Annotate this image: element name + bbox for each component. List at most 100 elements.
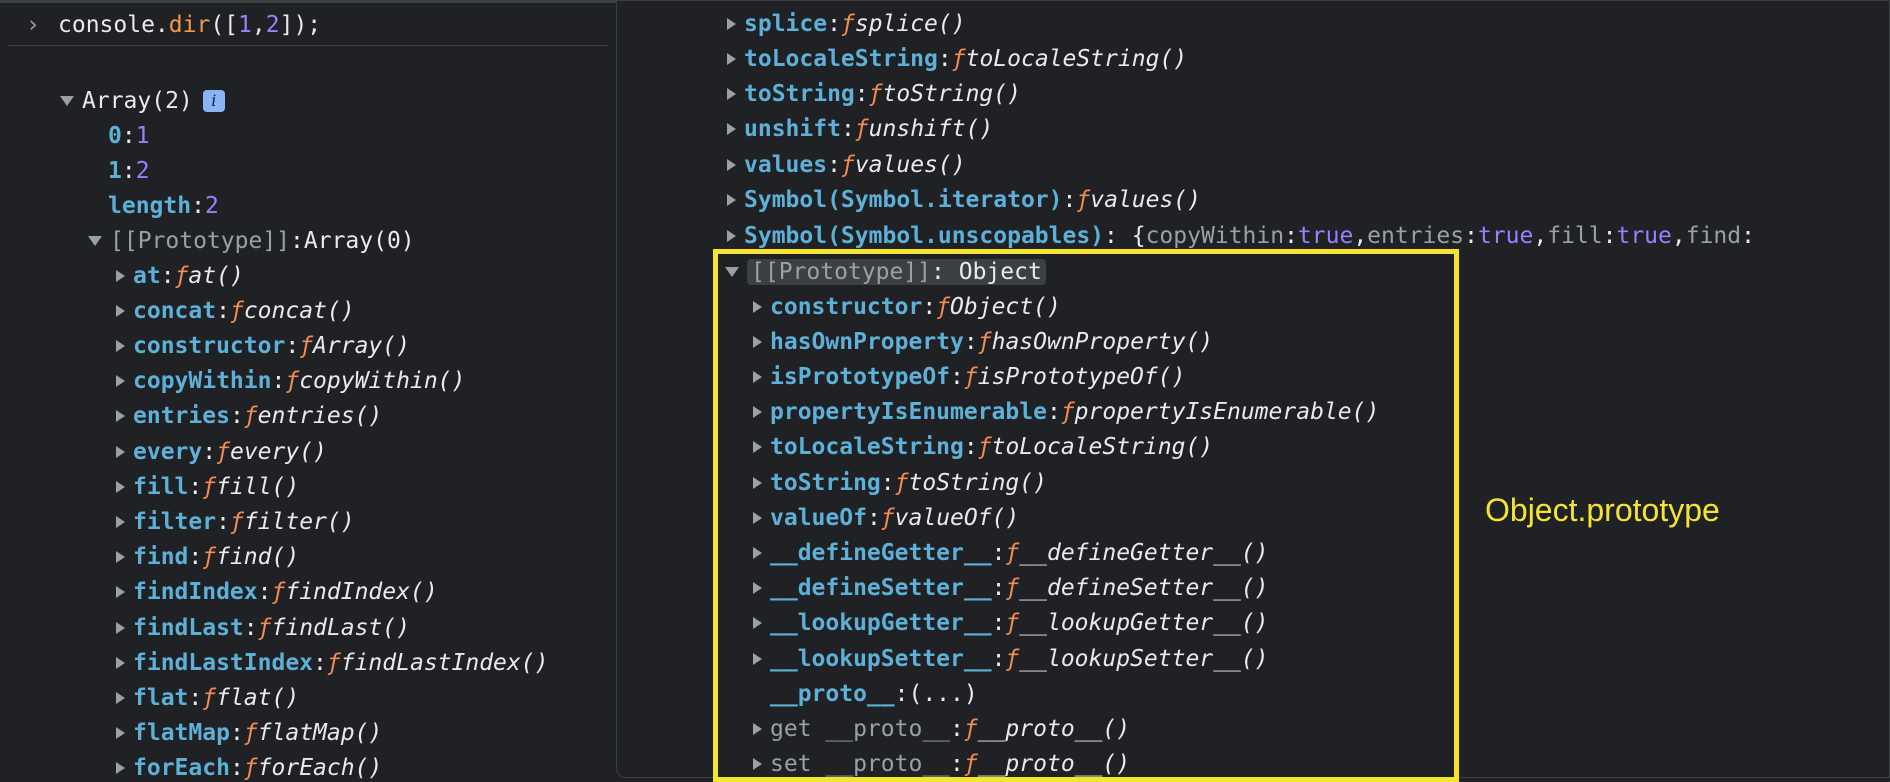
colon: :	[229, 403, 244, 430]
expand-toggle-icon[interactable]	[727, 123, 736, 136]
function-f-glyph: ƒ	[1005, 645, 1020, 672]
method-row-findLastIndex[interactable]: findLastIndex: ƒ findLastIndex()	[116, 645, 548, 680]
unscopables-row[interactable]: Symbol(Symbol.unscopables): {copyWithin:…	[727, 218, 1755, 253]
expand-toggle-icon[interactable]	[753, 335, 762, 348]
method-row[interactable]: toString: ƒ toString()	[727, 77, 1021, 112]
expand-toggle-icon[interactable]	[116, 304, 125, 317]
expand-toggle-icon[interactable]	[753, 300, 762, 313]
method-row-at[interactable]: at: ƒ at()	[116, 258, 244, 293]
expand-toggle-icon[interactable]	[116, 691, 125, 704]
method-row[interactable]: Symbol(Symbol.iterator): ƒ values()	[727, 183, 1201, 218]
function-name: Array()	[313, 332, 410, 359]
method-row[interactable]: unshift: ƒ unshift()	[727, 112, 993, 147]
expand-toggle-icon[interactable]	[116, 269, 125, 282]
accessor-row[interactable]: get __proto__: ƒ __proto__()	[753, 711, 1130, 746]
object-method-row[interactable]: __defineSetter__: ƒ __defineSetter__()	[753, 571, 1269, 606]
method-row[interactable]: toLocaleString: ƒ toLocaleString()	[727, 41, 1187, 76]
expand-toggle-icon[interactable]	[116, 727, 125, 740]
colon: :	[991, 610, 1006, 637]
proto-getter-row[interactable]: __proto__: (...)	[753, 676, 978, 711]
prototype-value: Array(0)	[303, 227, 415, 254]
expand-toggle-icon[interactable]	[753, 370, 762, 383]
expand-toggle-icon[interactable]	[88, 235, 102, 246]
object-method-row[interactable]: valueOf: ƒ valueOf()	[753, 500, 1019, 535]
colon: :	[229, 720, 244, 747]
expand-toggle-icon[interactable]	[753, 406, 762, 419]
expand-toggle-icon[interactable]	[727, 194, 736, 206]
method-row-flat[interactable]: flat: ƒ flat()	[116, 680, 299, 715]
function-f-glyph: ƒ	[1005, 539, 1020, 566]
method-row-every[interactable]: every: ƒ every()	[116, 434, 327, 469]
method-row-findLast[interactable]: findLast: ƒ findLast()	[116, 610, 410, 645]
expand-toggle-icon[interactable]	[753, 582, 762, 595]
method-row-entries[interactable]: entries: ƒ entries()	[116, 399, 382, 434]
expand-toggle-icon[interactable]	[60, 95, 74, 106]
expand-toggle-icon[interactable]	[725, 266, 739, 277]
expand-toggle-icon[interactable]	[116, 656, 125, 669]
method-row-forEach[interactable]: forEach: ƒ forEach()	[116, 751, 382, 782]
method-row-constructor[interactable]: constructor: ƒ Array()	[116, 328, 410, 363]
expand-toggle-icon[interactable]	[753, 511, 762, 524]
property-key: toString	[770, 469, 881, 496]
expand-toggle-icon[interactable]	[753, 617, 762, 630]
expand-toggle-icon[interactable]	[116, 762, 125, 775]
function-name: toLocaleString()	[991, 434, 1214, 461]
object-method-row[interactable]: toString: ƒ toString()	[753, 465, 1047, 500]
property-key: constructor	[770, 293, 923, 320]
expand-toggle-icon[interactable]	[727, 17, 736, 30]
expand-toggle-icon[interactable]	[116, 410, 125, 423]
expand-toggle-icon[interactable]	[753, 652, 762, 665]
array-node[interactable]: Array(2) i	[60, 83, 225, 118]
preview-value: true	[1616, 222, 1672, 249]
expand-toggle-icon[interactable]	[116, 551, 125, 564]
expand-toggle-icon[interactable]	[753, 722, 762, 735]
expand-toggle-icon[interactable]	[116, 480, 125, 493]
expand-toggle-icon[interactable]	[116, 621, 125, 634]
expand-toggle-icon[interactable]	[753, 546, 762, 559]
function-f-glyph: ƒ	[202, 684, 217, 711]
method-row[interactable]: values: ƒ values()	[727, 147, 966, 182]
object-prototype-node[interactable]: [[Prototype]]: Object	[725, 254, 1046, 289]
expand-toggle-icon[interactable]	[753, 441, 762, 454]
expand-toggle-icon[interactable]	[753, 476, 762, 489]
object-method-row[interactable]: __lookupSetter__: ƒ __lookupSetter__()	[753, 641, 1269, 676]
expand-toggle-icon[interactable]	[727, 88, 736, 101]
array-prototype-node[interactable]: [[Prototype]]: Array(0)	[88, 223, 415, 258]
method-row-findIndex[interactable]: findIndex: ƒ findIndex()	[116, 575, 438, 610]
object-method-row[interactable]: hasOwnProperty: ƒ hasOwnProperty()	[753, 324, 1213, 359]
expand-toggle-icon[interactable]	[116, 375, 125, 388]
expand-toggle-icon[interactable]	[116, 586, 125, 599]
expand-toggle-icon[interactable]	[116, 339, 125, 352]
property-key: find	[133, 544, 189, 571]
expand-toggle-icon[interactable]	[116, 515, 125, 528]
comma: ,	[1533, 222, 1548, 249]
method-row-flatMap[interactable]: flatMap: ƒ flatMap()	[116, 716, 382, 751]
object-method-row[interactable]: toLocaleString: ƒ toLocaleString()	[753, 430, 1213, 465]
accessor-row[interactable]: set __proto__: ƒ __proto__()	[753, 746, 1130, 781]
function-name: propertyIsEnumerable()	[1074, 399, 1380, 426]
array-entry: length: 2	[108, 188, 219, 223]
object-method-row[interactable]: __lookupGetter__: ƒ __lookupGetter__()	[753, 606, 1269, 641]
expand-toggle-icon[interactable]	[727, 229, 736, 242]
info-icon[interactable]: i	[202, 89, 225, 112]
console-input-line[interactable]: › console. dir([1, 2]);	[8, 5, 608, 45]
function-name: forEach()	[257, 755, 383, 782]
expand-toggle-icon[interactable]	[116, 445, 125, 458]
object-method-row[interactable]: isPrototypeOf: ƒ isPrototypeOf()	[753, 359, 1185, 394]
preview-key: copyWithin	[1145, 222, 1285, 249]
method-row-find[interactable]: find: ƒ find()	[116, 540, 299, 575]
colon: :	[1602, 222, 1617, 249]
function-name: toString()	[882, 81, 1021, 108]
expand-toggle-icon[interactable]	[727, 52, 736, 65]
object-method-row[interactable]: constructor: ƒ Object()	[753, 289, 1061, 324]
object-method-row[interactable]: __defineGetter__: ƒ __defineGetter__()	[753, 535, 1269, 570]
expand-toggle-icon[interactable]	[727, 158, 736, 171]
method-row[interactable]: splice: ƒ splice()	[727, 6, 966, 41]
method-row-concat[interactable]: concat: ƒ concat()	[116, 293, 355, 328]
method-row-copyWithin[interactable]: copyWithin: ƒ copyWithin()	[116, 364, 465, 399]
method-row-fill[interactable]: fill: ƒ fill()	[116, 469, 299, 504]
expand-toggle-icon[interactable]	[753, 757, 762, 770]
object-method-row[interactable]: propertyIsEnumerable: ƒ propertyIsEnumer…	[753, 395, 1379, 430]
method-row-filter[interactable]: filter: ƒ filter()	[116, 504, 355, 539]
colon: :	[866, 504, 881, 531]
